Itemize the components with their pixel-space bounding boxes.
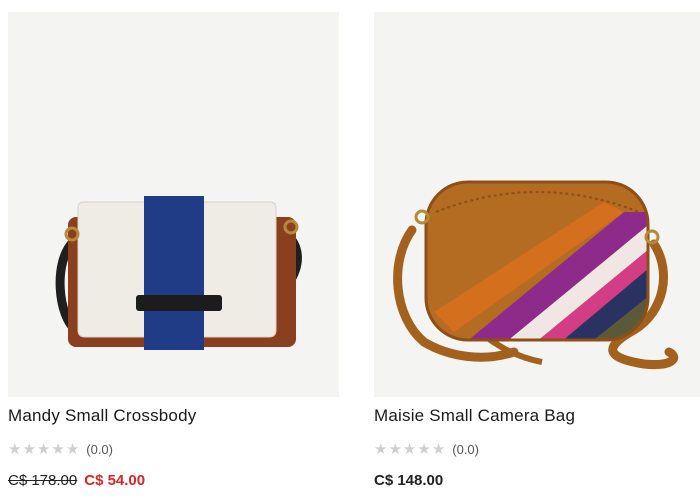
product-image-mandy[interactable] [8, 12, 339, 397]
crossbody-bag-image [55, 196, 302, 350]
regular-price: C$ 148.00 [374, 472, 444, 489]
rating-stars: ★ ★ ★ ★ ★ [8, 441, 79, 457]
product-image-maisie[interactable] [374, 12, 700, 397]
star-icon: ★ [8, 440, 22, 458]
star-icon: ★ [417, 440, 431, 458]
rating-count: (0.0) [452, 441, 479, 457]
original-price: C$ 178.00 [8, 472, 78, 489]
product-name[interactable]: Maisie Small Camera Bag [374, 406, 575, 426]
product-price: C$ 148.00 [374, 472, 443, 489]
product-rating[interactable]: ★ ★ ★ ★ ★ (0.0) [8, 441, 113, 457]
product-name[interactable]: Mandy Small Crossbody [8, 406, 196, 426]
rating-stars: ★ ★ ★ ★ ★ [374, 441, 445, 457]
star-icon: ★ [51, 440, 65, 458]
star-icon: ★ [36, 440, 51, 458]
star-icon: ★ [388, 440, 402, 458]
sale-price: C$ 54.00 [84, 472, 146, 489]
star-icon: ★ [431, 440, 446, 458]
star-icon: ★ [402, 440, 417, 458]
rating-count: (0.0) [86, 441, 113, 457]
star-icon: ★ [374, 440, 388, 458]
product-price: C$ 178.00 C$ 54.00 [8, 472, 145, 489]
camera-bag-image [393, 180, 679, 370]
star-icon: ★ [22, 440, 36, 458]
star-icon: ★ [65, 440, 80, 458]
product-rating[interactable]: ★ ★ ★ ★ ★ (0.0) [374, 441, 479, 457]
